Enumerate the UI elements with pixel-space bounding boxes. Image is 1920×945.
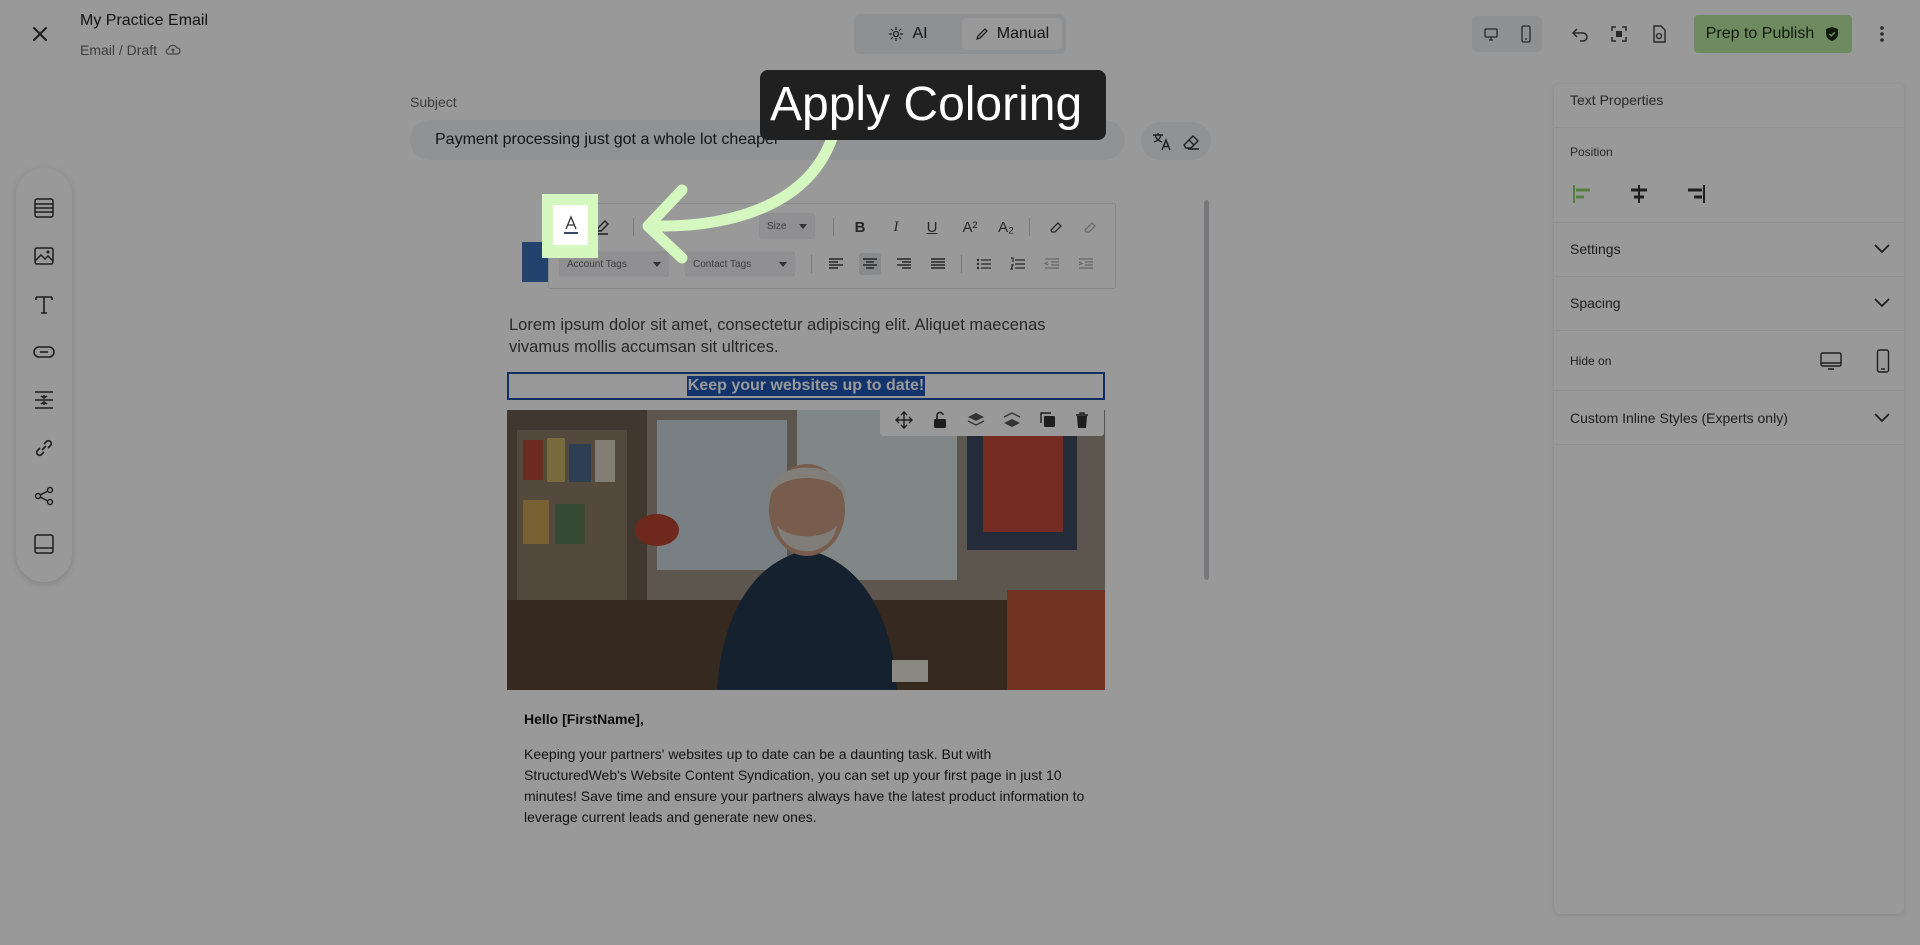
- callout-label: Apply Coloring: [760, 70, 1106, 140]
- callout-arrow: [642, 132, 838, 264]
